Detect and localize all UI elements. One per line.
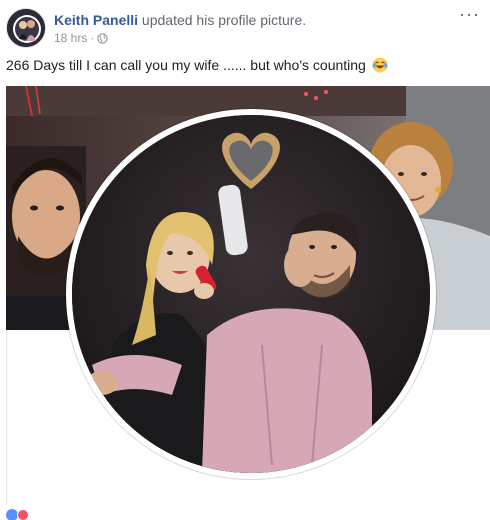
meta-separator: · [90,31,95,45]
post-header: Keith Panelli updated his profile pictur… [6,5,486,50]
love-reaction-icon [17,509,29,520]
post-message: 266 Days till I can call you my wife ...… [6,57,366,73]
post-meta: 18 hrs · [54,31,109,45]
author-line: Keith Panelli updated his profile pictur… [54,12,306,28]
post-timestamp[interactable]: 18 hrs [54,31,87,45]
post-text: 266 Days till I can call you my wife ...… [6,56,388,77]
author-name-link[interactable]: Keith Panelli [54,12,138,28]
laughing-tears-emoji-icon [372,57,388,77]
post-action-text: updated his profile picture. [141,12,307,28]
profile-picture[interactable] [66,109,436,479]
author-avatar[interactable] [6,8,46,48]
ellipsis-icon[interactable]: ··· [459,5,480,23]
globe-icon[interactable] [97,32,109,44]
reactions-bar[interactable] [6,509,486,520]
